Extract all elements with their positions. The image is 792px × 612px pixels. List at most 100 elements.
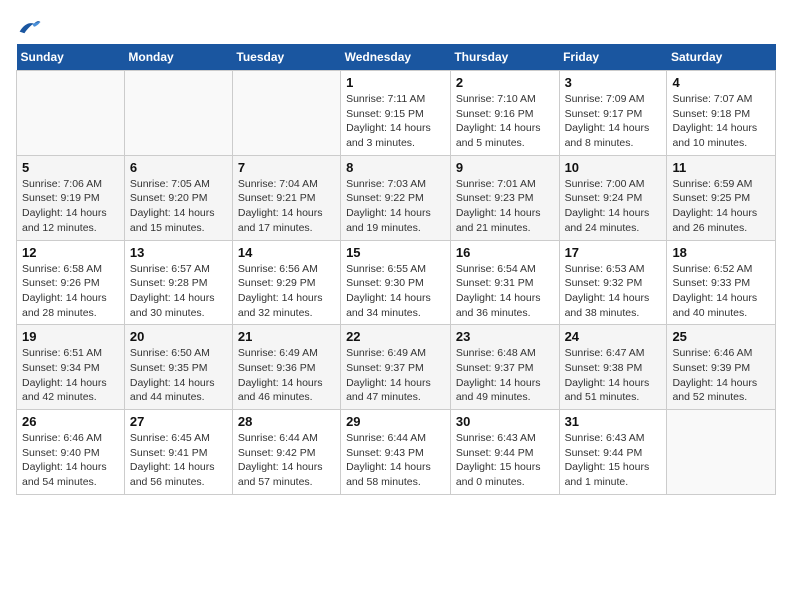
calendar-cell: 16 Sunrise: 6:54 AMSunset: 9:31 PMDayligh…: [450, 240, 559, 325]
weekday-header-saturday: Saturday: [667, 44, 776, 71]
calendar-cell: 20 Sunrise: 6:50 AMSunset: 9:35 PMDayligh…: [124, 325, 232, 410]
day-info: Sunrise: 7:06 AMSunset: 9:19 PMDaylight:…: [22, 177, 119, 236]
day-info: Sunrise: 6:57 AMSunset: 9:28 PMDaylight:…: [130, 262, 227, 321]
day-info: Sunrise: 6:46 AMSunset: 9:39 PMDaylight:…: [672, 346, 770, 405]
calendar-week-2: 5 Sunrise: 7:06 AMSunset: 9:19 PMDaylight…: [17, 155, 776, 240]
calendar-cell: 3 Sunrise: 7:09 AMSunset: 9:17 PMDaylight…: [559, 71, 667, 156]
calendar-table: SundayMondayTuesdayWednesdayThursdayFrid…: [16, 44, 776, 495]
day-number: 25: [672, 329, 770, 344]
calendar-cell: 12 Sunrise: 6:58 AMSunset: 9:26 PMDayligh…: [17, 240, 125, 325]
day-info: Sunrise: 7:07 AMSunset: 9:18 PMDaylight:…: [672, 92, 770, 151]
day-info: Sunrise: 7:11 AMSunset: 9:15 PMDaylight:…: [346, 92, 445, 151]
day-info: Sunrise: 6:52 AMSunset: 9:33 PMDaylight:…: [672, 262, 770, 321]
day-number: 5: [22, 160, 119, 175]
calendar-week-5: 26 Sunrise: 6:46 AMSunset: 9:40 PMDayligh…: [17, 410, 776, 495]
weekday-header-monday: Monday: [124, 44, 232, 71]
calendar-cell: 6 Sunrise: 7:05 AMSunset: 9:20 PMDaylight…: [124, 155, 232, 240]
day-number: 20: [130, 329, 227, 344]
day-number: 10: [565, 160, 662, 175]
calendar-cell: 23Sunrise: 6:48 AMSunset: 9:37 PMDayligh…: [450, 325, 559, 410]
day-info: Sunrise: 7:05 AMSunset: 9:20 PMDaylight:…: [130, 177, 227, 236]
day-info: Sunrise: 6:45 AMSunset: 9:41 PMDaylight:…: [130, 431, 227, 490]
calendar-cell: 19Sunrise: 6:51 AMSunset: 9:34 PMDayligh…: [17, 325, 125, 410]
day-number: 6: [130, 160, 227, 175]
day-number: 13: [130, 245, 227, 260]
day-number: 16: [456, 245, 554, 260]
day-info: Sunrise: 7:04 AMSunset: 9:21 PMDaylight:…: [238, 177, 335, 236]
calendar-cell: 5 Sunrise: 7:06 AMSunset: 9:19 PMDaylight…: [17, 155, 125, 240]
calendar-cell: 9 Sunrise: 7:01 AMSunset: 9:23 PMDaylight…: [450, 155, 559, 240]
weekday-header-friday: Friday: [559, 44, 667, 71]
calendar-cell: 1 Sunrise: 7:11 AMSunset: 9:15 PMDaylight…: [341, 71, 451, 156]
day-number: 2: [456, 75, 554, 90]
logo-bird-icon: [18, 16, 42, 36]
calendar-cell: 15 Sunrise: 6:55 AMSunset: 9:30 PMDayligh…: [341, 240, 451, 325]
day-info: Sunrise: 7:03 AMSunset: 9:22 PMDaylight:…: [346, 177, 445, 236]
calendar-cell: 25 Sunrise: 6:46 AMSunset: 9:39 PMDayligh…: [667, 325, 776, 410]
day-info: Sunrise: 6:58 AMSunset: 9:26 PMDaylight:…: [22, 262, 119, 321]
calendar-cell: 31Sunrise: 6:43 AMSunset: 9:44 PMDayligh…: [559, 410, 667, 495]
day-number: 8: [346, 160, 445, 175]
calendar-week-1: 1 Sunrise: 7:11 AMSunset: 9:15 PMDaylight…: [17, 71, 776, 156]
weekday-header-tuesday: Tuesday: [232, 44, 340, 71]
weekday-header-wednesday: Wednesday: [341, 44, 451, 71]
day-info: Sunrise: 6:49 AMSunset: 9:36 PMDaylight:…: [238, 346, 335, 405]
day-info: Sunrise: 6:46 AMSunset: 9:40 PMDaylight:…: [22, 431, 119, 490]
calendar-cell: 14Sunrise: 6:56 AMSunset: 9:29 PMDayligh…: [232, 240, 340, 325]
day-info: Sunrise: 7:09 AMSunset: 9:17 PMDaylight:…: [565, 92, 662, 151]
calendar-cell: 27 Sunrise: 6:45 AMSunset: 9:41 PMDayligh…: [124, 410, 232, 495]
calendar-cell: 26 Sunrise: 6:46 AMSunset: 9:40 PMDayligh…: [17, 410, 125, 495]
day-number: 11: [672, 160, 770, 175]
day-number: 14: [238, 245, 335, 260]
day-number: 23: [456, 329, 554, 344]
header: [16, 16, 776, 36]
day-number: 26: [22, 414, 119, 429]
day-info: Sunrise: 6:47 AMSunset: 9:38 PMDaylight:…: [565, 346, 662, 405]
calendar-cell: 29Sunrise: 6:44 AMSunset: 9:43 PMDayligh…: [341, 410, 451, 495]
day-info: Sunrise: 6:59 AMSunset: 9:25 PMDaylight:…: [672, 177, 770, 236]
day-number: 15: [346, 245, 445, 260]
calendar-cell: 17Sunrise: 6:53 AMSunset: 9:32 PMDayligh…: [559, 240, 667, 325]
day-number: 27: [130, 414, 227, 429]
calendar-cell: 13 Sunrise: 6:57 AMSunset: 9:28 PMDayligh…: [124, 240, 232, 325]
calendar-week-3: 12 Sunrise: 6:58 AMSunset: 9:26 PMDayligh…: [17, 240, 776, 325]
calendar-cell: 4 Sunrise: 7:07 AMSunset: 9:18 PMDaylight…: [667, 71, 776, 156]
day-number: 22: [346, 329, 445, 344]
day-number: 3: [565, 75, 662, 90]
calendar-cell: [232, 71, 340, 156]
day-info: Sunrise: 6:43 AMSunset: 9:44 PMDaylight:…: [456, 431, 554, 490]
logo: [16, 16, 42, 36]
day-number: 9: [456, 160, 554, 175]
weekday-header-thursday: Thursday: [450, 44, 559, 71]
calendar-cell: 24 Sunrise: 6:47 AMSunset: 9:38 PMDayligh…: [559, 325, 667, 410]
day-info: Sunrise: 6:55 AMSunset: 9:30 PMDaylight:…: [346, 262, 445, 321]
calendar-cell: [667, 410, 776, 495]
calendar-cell: 8 Sunrise: 7:03 AMSunset: 9:22 PMDaylight…: [341, 155, 451, 240]
day-number: 12: [22, 245, 119, 260]
day-info: Sunrise: 6:44 AMSunset: 9:43 PMDaylight:…: [346, 431, 445, 490]
day-number: 4: [672, 75, 770, 90]
day-number: 21: [238, 329, 335, 344]
calendar-cell: 21 Sunrise: 6:49 AMSunset: 9:36 PMDayligh…: [232, 325, 340, 410]
calendar-cell: 11 Sunrise: 6:59 AMSunset: 9:25 PMDayligh…: [667, 155, 776, 240]
day-info: Sunrise: 6:54 AMSunset: 9:31 PMDaylight:…: [456, 262, 554, 321]
day-info: Sunrise: 6:43 AMSunset: 9:44 PMDaylight:…: [565, 431, 662, 490]
day-info: Sunrise: 6:50 AMSunset: 9:35 PMDaylight:…: [130, 346, 227, 405]
day-number: 30: [456, 414, 554, 429]
day-number: 1: [346, 75, 445, 90]
calendar-cell: 7 Sunrise: 7:04 AMSunset: 9:21 PMDaylight…: [232, 155, 340, 240]
day-number: 18: [672, 245, 770, 260]
weekday-header-sunday: Sunday: [17, 44, 125, 71]
calendar-cell: 30 Sunrise: 6:43 AMSunset: 9:44 PMDayligh…: [450, 410, 559, 495]
day-info: Sunrise: 6:44 AMSunset: 9:42 PMDaylight:…: [238, 431, 335, 490]
calendar-cell: [17, 71, 125, 156]
day-number: 28: [238, 414, 335, 429]
calendar-cell: 22 Sunrise: 6:49 AMSunset: 9:37 PMDayligh…: [341, 325, 451, 410]
day-number: 7: [238, 160, 335, 175]
day-number: 19: [22, 329, 119, 344]
day-info: Sunrise: 7:01 AMSunset: 9:23 PMDaylight:…: [456, 177, 554, 236]
day-info: Sunrise: 6:49 AMSunset: 9:37 PMDaylight:…: [346, 346, 445, 405]
day-number: 17: [565, 245, 662, 260]
day-info: Sunrise: 7:10 AMSunset: 9:16 PMDaylight:…: [456, 92, 554, 151]
day-number: 24: [565, 329, 662, 344]
